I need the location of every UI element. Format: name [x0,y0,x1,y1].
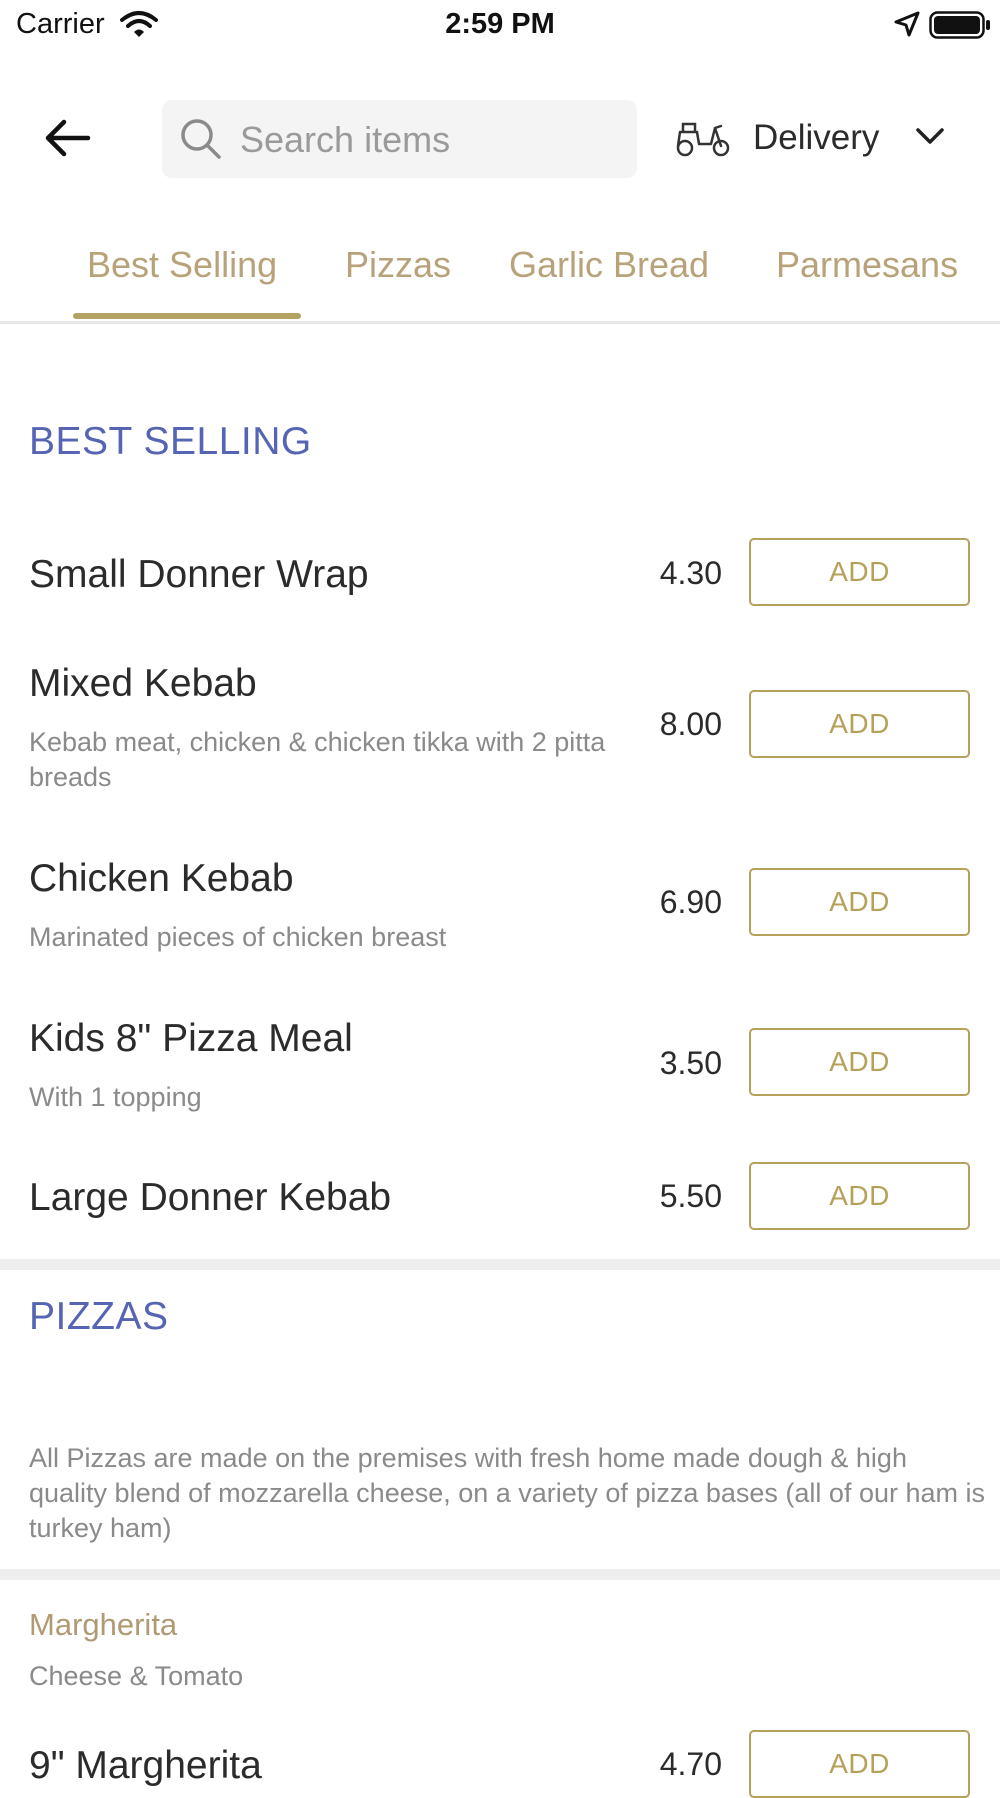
add-button[interactable]: ADD [749,690,970,758]
item-name: Kids 8" Pizza Meal [29,1017,353,1060]
section-divider [0,1569,1000,1580]
search-bar[interactable] [162,100,637,180]
item-name: Large Donner Kebab [29,1176,392,1219]
tabs-divider [0,321,1000,324]
item-price: 5.50 [659,1178,722,1214]
delivery-label: Delivery [753,118,880,157]
pizzas-note: All Pizzas are made on the premises with… [29,1443,985,1543]
item-price: 8.00 [659,706,722,742]
back-button[interactable] [44,114,100,170]
section-title-pizzas: PIZZAS [29,1295,169,1338]
tab-garlic-bread[interactable]: Garlic Bread [509,244,709,286]
add-button[interactable]: ADD [749,1028,970,1096]
tab-parmesans[interactable]: Parmesans [776,244,958,286]
add-button[interactable]: ADD [749,1162,970,1230]
item-price: 6.90 [659,884,722,920]
battery-icon [929,11,991,44]
section-divider [0,1259,1000,1270]
item-price: 4.70 [659,1746,722,1782]
add-button[interactable]: ADD [749,868,970,936]
tab-best-selling[interactable]: Best Selling [87,244,277,286]
subsection-description: Cheese & Tomato [29,1661,244,1691]
back-arrow-icon [45,119,91,157]
status-bar: Carrier 2:59 PM [0,0,1000,52]
delivery-selector[interactable]: Delivery [675,112,955,168]
item-name: 9" Margherita [29,1744,262,1787]
category-tabs: Best Selling Pizzas Garlic Bread Parmesa… [0,230,1000,322]
item-name: Chicken Kebab [29,857,294,900]
item-description: Kebab meat, chicken & chicken tikka with… [29,727,606,792]
add-button[interactable]: ADD [749,1730,970,1798]
scooter-icon [675,118,731,163]
chevron-down-icon [915,126,945,151]
item-price: 3.50 [659,1045,722,1081]
location-arrow-icon [894,11,920,42]
item-name: Small Donner Wrap [29,553,369,596]
section-title-best-selling: BEST SELLING [29,420,312,463]
search-input[interactable] [238,100,622,180]
item-price: 4.30 [659,555,722,591]
item-description: Marinated pieces of chicken breast [29,922,447,952]
item-description: With 1 topping [29,1082,202,1112]
search-icon [180,118,222,165]
tab-pizzas[interactable]: Pizzas [345,244,451,286]
add-button[interactable]: ADD [749,538,970,606]
item-name: Mixed Kebab [29,662,257,705]
status-time: 2:59 PM [445,8,555,40]
subsection-title-margherita: Margherita [29,1607,178,1642]
active-tab-indicator [73,313,301,319]
